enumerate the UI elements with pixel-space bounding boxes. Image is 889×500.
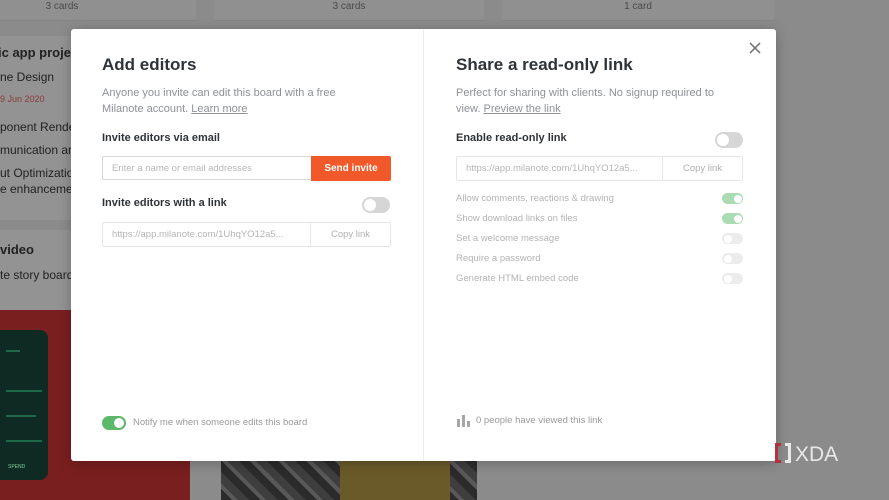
option-toggle-password[interactable] xyxy=(722,253,743,264)
read-only-link-url: https://app.milanote.com/1UhqYO12a5... xyxy=(457,157,663,180)
invite-link-box: https://app.milanote.com/1UhqYO12a5... C… xyxy=(102,222,391,247)
send-invite-button[interactable]: Send invite xyxy=(311,156,391,181)
column-header: 1 card xyxy=(502,0,774,21)
option-toggle-comments[interactable] xyxy=(722,193,743,204)
card-text: munication an xyxy=(0,143,75,157)
option-label: Set a welcome message xyxy=(456,233,560,244)
card-image xyxy=(340,460,450,500)
share-modal: Add editors Anyone you invite can edit t… xyxy=(71,29,776,461)
close-icon[interactable] xyxy=(746,39,764,57)
option-toggle-welcome[interactable] xyxy=(722,233,743,244)
read-only-link-panel: Share a read-only link Perfect for shari… xyxy=(423,29,776,461)
option-label: Generate HTML embed code xyxy=(456,273,579,284)
email-input[interactable] xyxy=(102,156,311,180)
column-header: 3 cards xyxy=(0,0,196,21)
read-only-link-box: https://app.milanote.com/1UhqYO12a5... C… xyxy=(456,156,743,181)
option-toggle-downloads[interactable] xyxy=(722,213,743,224)
option-label: Require a password xyxy=(456,253,541,264)
xda-watermark-logo: XDA xyxy=(775,443,838,466)
read-only-toggle[interactable] xyxy=(715,132,743,148)
notify-toggle[interactable] xyxy=(102,416,126,430)
card-text: ut Optimizatio xyxy=(0,166,74,180)
invite-link-label: Invite editors with a link xyxy=(102,197,227,209)
option-label: Allow comments, reactions & drawing xyxy=(456,193,614,204)
invite-link-url: https://app.milanote.com/1UhqYO12a5... xyxy=(103,223,311,246)
notify-text: Notify me when someone edits this board xyxy=(133,417,308,428)
phone-mockup: SPEND xyxy=(0,330,48,480)
learn-more-link[interactable]: Learn more xyxy=(191,103,247,115)
watermark-text: XDA xyxy=(795,443,838,466)
card-text: te story board xyxy=(0,268,74,282)
option-label: Show download links on files xyxy=(456,213,578,224)
add-editors-description: Anyone you invite can edit this board wi… xyxy=(102,85,372,117)
card-title: video xyxy=(0,242,34,257)
enable-read-only-label: Enable read-only link xyxy=(456,132,567,144)
card-text: ponent Rende xyxy=(0,120,76,134)
views-count-text: 0 people have viewed this link xyxy=(476,415,603,426)
phone-button-label: SPEND xyxy=(8,464,26,470)
card-title: ic app projec xyxy=(0,45,79,60)
card-text: e enhancemer xyxy=(0,182,77,196)
invite-link-toggle[interactable] xyxy=(362,197,390,213)
read-only-description: Perfect for sharing with clients. No sig… xyxy=(456,85,736,117)
card-date: 9 Jun 2020 xyxy=(0,94,45,104)
card-text: ne Design xyxy=(0,70,55,84)
column-header: 3 cards xyxy=(214,0,484,21)
card-count: 3 cards xyxy=(45,1,79,12)
add-editors-panel: Add editors Anyone you invite can edit t… xyxy=(71,29,423,461)
bar-chart-icon xyxy=(457,415,470,427)
copy-invite-link-button[interactable]: Copy link xyxy=(311,223,390,246)
read-only-title: Share a read-only link xyxy=(456,55,633,74)
preview-link[interactable]: Preview the link xyxy=(484,103,561,115)
add-editors-title: Add editors xyxy=(102,55,197,74)
invite-email-label: Invite editors via email xyxy=(102,132,220,144)
copy-read-only-link-button[interactable]: Copy link xyxy=(663,157,742,180)
card-count: 3 cards xyxy=(332,1,366,12)
option-toggle-embed[interactable] xyxy=(722,273,743,284)
card-count: 1 card xyxy=(624,1,652,12)
